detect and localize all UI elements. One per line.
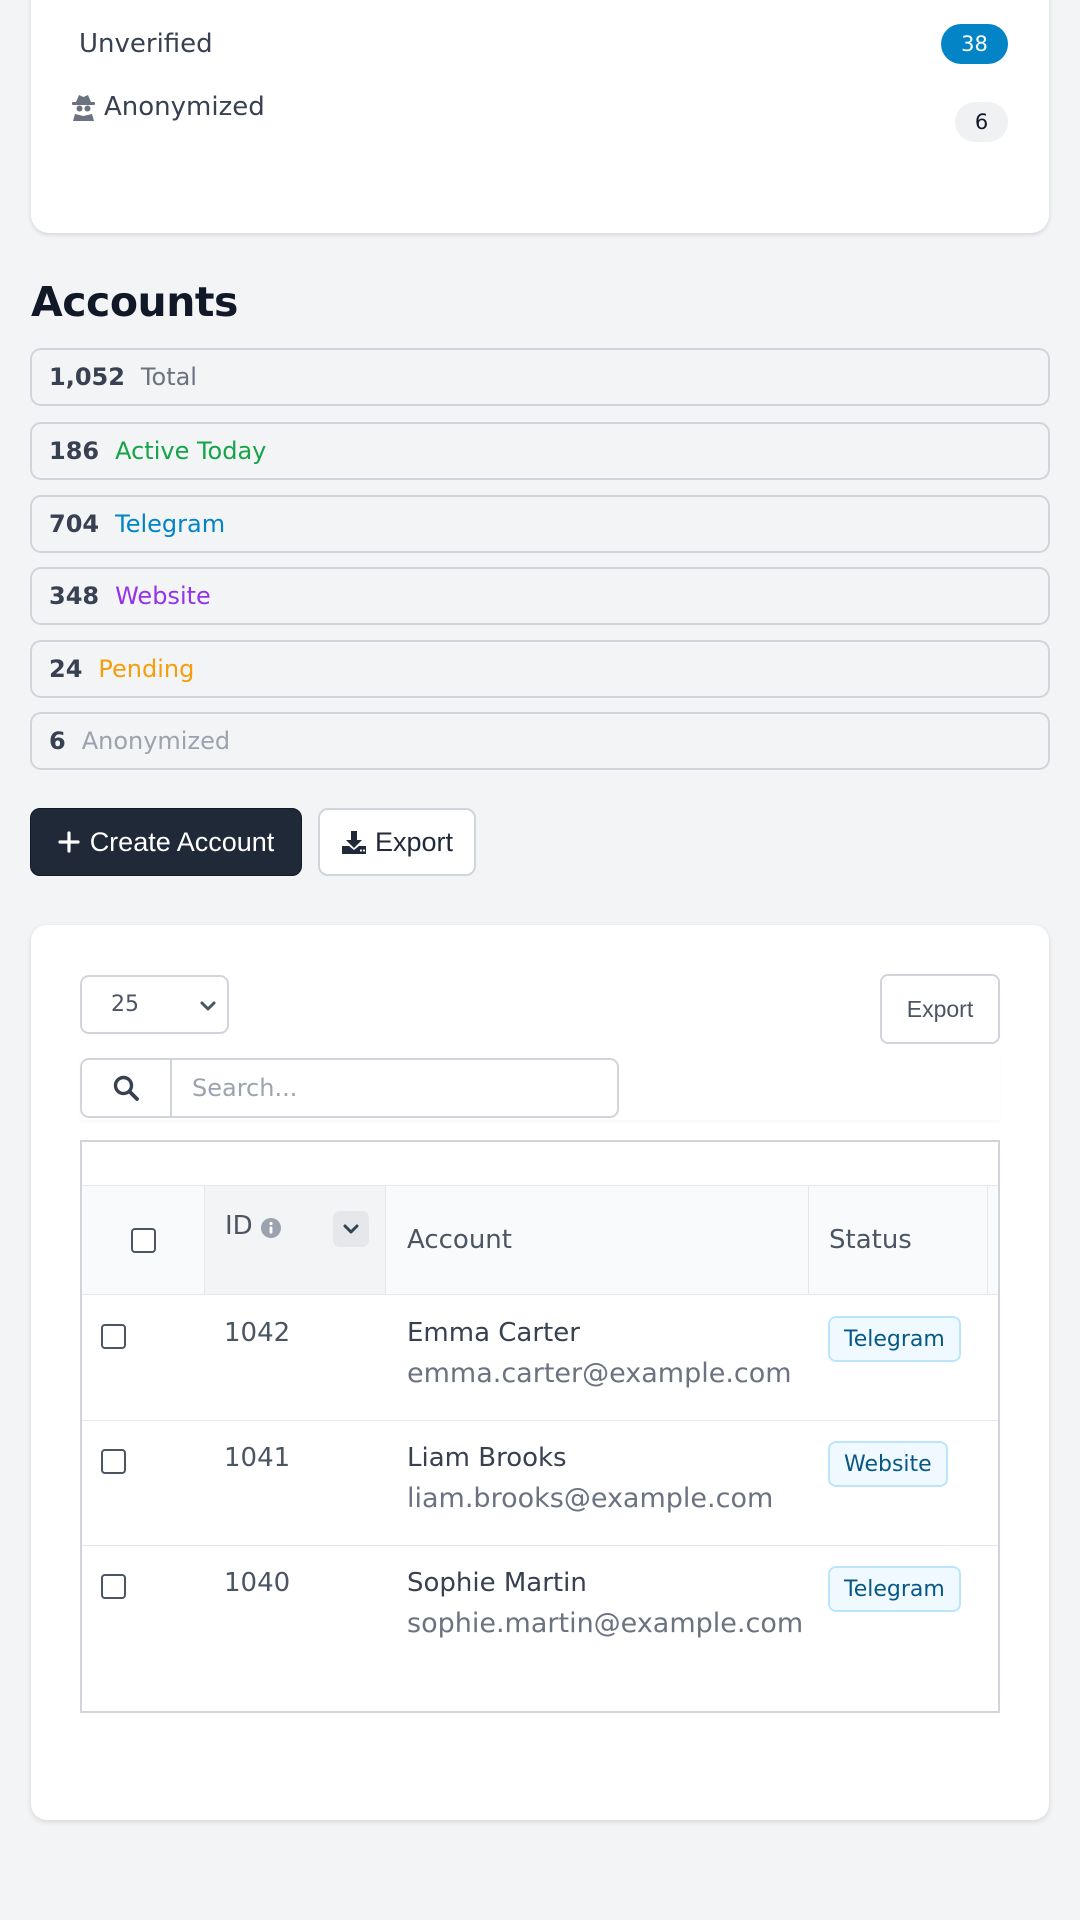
stat-label: Anonymized	[81, 727, 231, 755]
stat-pending[interactable]: 24 Pending	[30, 640, 1050, 698]
row-id: 1042	[224, 1318, 291, 1348]
stat-label: Website	[115, 582, 211, 610]
info-icon[interactable]	[260, 1217, 282, 1239]
verification-summary-card: Unverified 38 Anonymized 6	[31, 0, 1049, 233]
unverified-row[interactable]: Unverified 38	[79, 23, 1008, 65]
stat-total[interactable]: 1,052 Total	[30, 348, 1050, 406]
spy-icon	[72, 95, 95, 121]
unverified-label: Unverified	[79, 29, 213, 59]
page-size-select[interactable]: 25	[80, 975, 229, 1034]
export-label: Export	[374, 826, 454, 857]
table-row[interactable]: 1041 Liam Brooks liam.brooks@example.com…	[82, 1421, 998, 1546]
row-id: 1041	[224, 1443, 291, 1473]
anonymized-row[interactable]: Anonymized	[72, 86, 1008, 128]
row-account-email: sophie.martin@example.com	[407, 1608, 804, 1639]
plus-icon	[58, 831, 80, 853]
search-icon	[113, 1075, 139, 1101]
table-export-button[interactable]: Export	[880, 974, 1000, 1044]
select-all-checkbox[interactable]	[130, 1227, 156, 1253]
row-account-name[interactable]: Sophie Martin	[407, 1568, 587, 1598]
column-header-status[interactable]: Status	[808, 1186, 988, 1294]
page-size-value: 25	[111, 992, 139, 1017]
stat-value: 1,052	[49, 363, 125, 391]
accounts-table: ID Account Status 1042 Emma Carter emma.…	[80, 1140, 1000, 1713]
stat-anonymized[interactable]: 6 Anonymized	[30, 712, 1050, 770]
stat-label: Pending	[98, 655, 195, 683]
chevron-down-icon	[343, 1224, 359, 1234]
stat-label: Telegram	[115, 510, 226, 538]
sort-toggle[interactable]	[333, 1211, 369, 1247]
table-row[interactable]: 1042 Emma Carter emma.carter@example.com…	[82, 1296, 998, 1421]
search-input[interactable]	[170, 1058, 619, 1118]
status-badge: Telegram	[828, 1316, 961, 1362]
stat-active-today[interactable]: 186 Active Today	[30, 422, 1050, 480]
row-checkbox[interactable]	[101, 1449, 126, 1474]
column-label-id: ID	[225, 1211, 253, 1241]
table-row[interactable]: 1040 Sophie Martin sophie.martin@example…	[82, 1546, 998, 1671]
row-id: 1040	[224, 1568, 291, 1598]
stat-telegram[interactable]: 704 Telegram	[30, 495, 1050, 553]
table-header: ID Account Status	[82, 1185, 998, 1295]
download-icon	[341, 831, 366, 854]
stat-value: 186	[49, 437, 100, 465]
stat-value: 6	[49, 727, 66, 755]
anonymized-count-badge: 6	[955, 102, 1008, 142]
row-account-name[interactable]: Emma Carter	[407, 1318, 580, 1348]
accounts-title: Accounts	[31, 278, 238, 326]
select-all-cell	[82, 1186, 204, 1294]
accounts-table-card: 25 Export ID	[31, 925, 1049, 1820]
stat-website[interactable]: 348 Website	[30, 567, 1050, 625]
column-header-id[interactable]: ID	[204, 1186, 386, 1294]
export-button[interactable]: Export	[318, 808, 476, 876]
row-account-name[interactable]: Liam Brooks	[407, 1443, 567, 1473]
row-checkbox[interactable]	[101, 1324, 126, 1349]
create-account-label: Create Account	[89, 826, 275, 857]
row-account-email: emma.carter@example.com	[407, 1358, 792, 1389]
stat-value: 348	[49, 582, 100, 610]
stat-label: Total	[140, 363, 197, 391]
status-badge: Website	[828, 1441, 948, 1487]
chevron-down-icon	[200, 1001, 216, 1011]
search-button[interactable]	[80, 1058, 172, 1118]
row-account-email: liam.brooks@example.com	[407, 1483, 774, 1514]
stat-label: Active Today	[115, 437, 267, 465]
anonymized-label: Anonymized	[104, 92, 265, 122]
status-badge: Telegram	[828, 1566, 961, 1612]
column-header-account[interactable]: Account	[387, 1186, 807, 1294]
stat-value: 24	[49, 655, 83, 683]
row-checkbox[interactable]	[101, 1574, 126, 1599]
search-bar	[80, 1058, 1000, 1120]
create-account-button[interactable]: Create Account	[30, 808, 302, 876]
unverified-count-badge: 38	[941, 24, 1008, 64]
stat-value: 704	[49, 510, 100, 538]
